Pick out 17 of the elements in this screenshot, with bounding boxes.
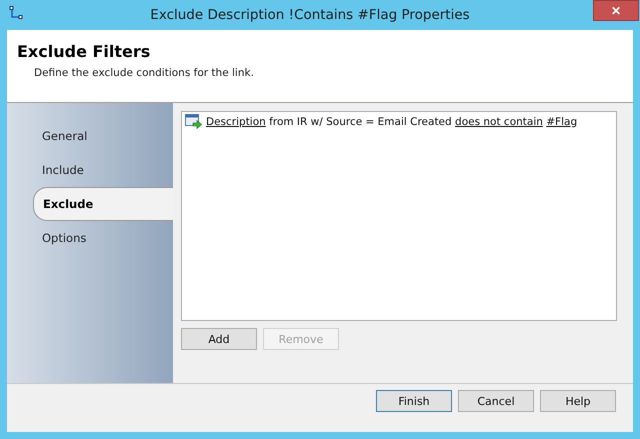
condition-link[interactable]: Description bbox=[206, 116, 266, 128]
nav-item[interactable]: Include bbox=[33, 153, 173, 187]
dialog-button[interactable]: Help bbox=[540, 390, 616, 412]
nav-item[interactable]: General bbox=[33, 119, 173, 153]
close-button[interactable]: ✕ bbox=[593, 0, 639, 21]
nav-item[interactable]: Options bbox=[33, 221, 173, 255]
condition-text: Description from IR w/ Source = Email Created does not contain #Flag bbox=[206, 116, 578, 128]
connector-icon bbox=[9, 6, 23, 20]
nav-item[interactable]: Exclude bbox=[33, 187, 173, 221]
condition-link[interactable]: #Flag bbox=[546, 116, 578, 128]
list-button[interactable]: Add bbox=[181, 328, 257, 350]
page-heading: Exclude Filters bbox=[17, 42, 152, 61]
dialog-button[interactable]: Finish bbox=[376, 390, 452, 412]
dialog-button[interactable]: Cancel bbox=[458, 390, 534, 412]
condition-link[interactable]: does not contain bbox=[455, 116, 543, 128]
window-title: Exclude Description !Contains #Flag Properties bbox=[150, 7, 470, 23]
page-description: Define the exclude conditions for the link. bbox=[34, 67, 255, 79]
